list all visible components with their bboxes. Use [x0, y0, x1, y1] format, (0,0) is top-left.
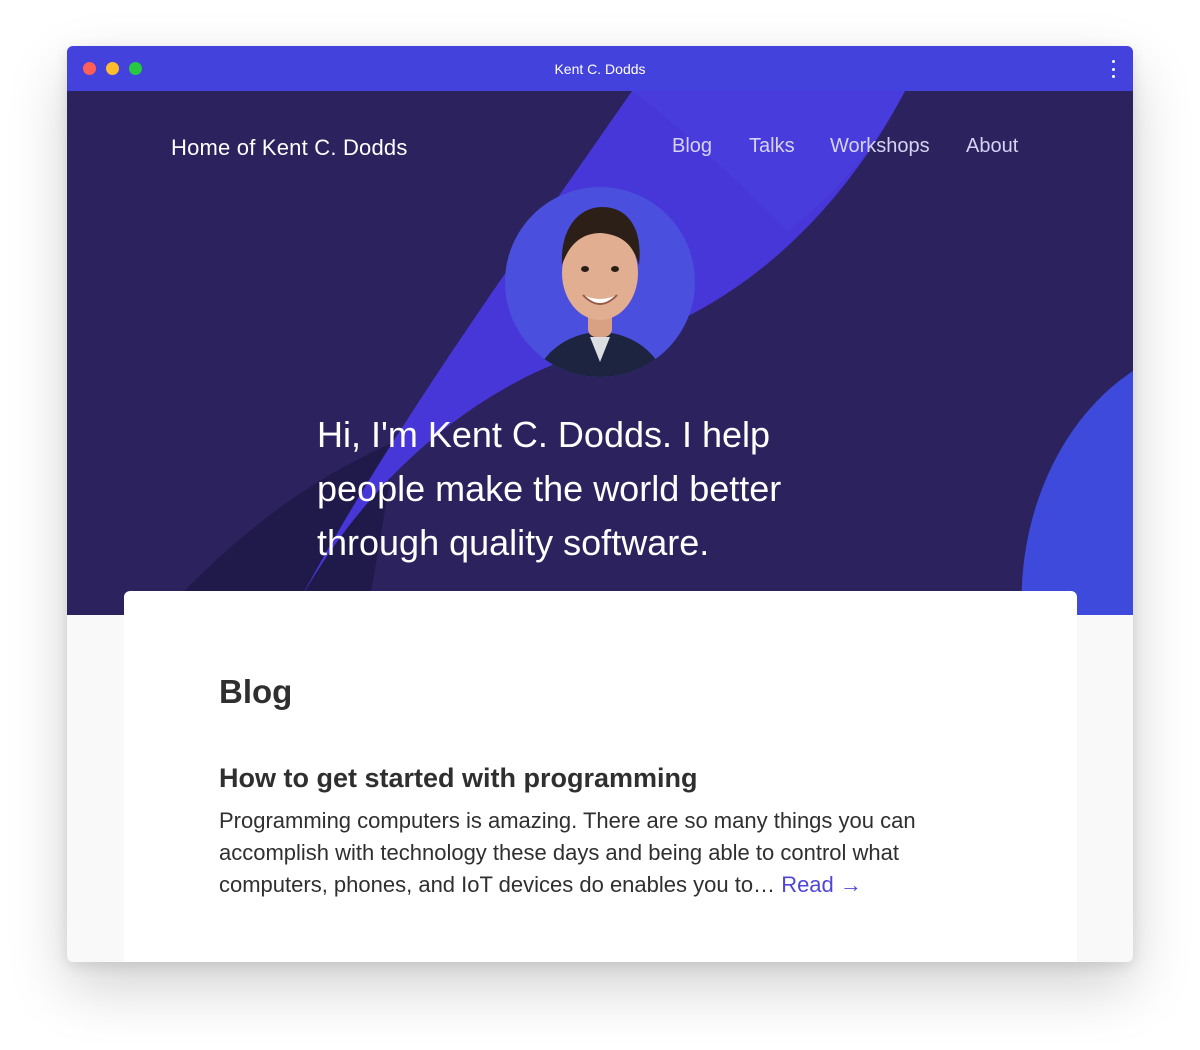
blog-heading: Blog [219, 673, 293, 710]
window-titlebar: Kent C. Dodds [67, 46, 1133, 91]
avatar [505, 187, 695, 377]
window-title: Kent C. Dodds [554, 60, 646, 77]
nav-link-talks[interactable]: Talks [749, 135, 795, 158]
read-more-link[interactable]: Read → [781, 872, 862, 897]
hero-section: Home of Kent C. Dodds Blog Talks Worksho… [67, 91, 1133, 615]
maximize-window-button[interactable] [129, 62, 142, 75]
window-controls [83, 62, 142, 75]
hero-tagline: Hi, I'm Kent C. Dodds. I help people mak… [317, 414, 782, 563]
more-options-icon[interactable] [1109, 60, 1117, 78]
minimize-window-button[interactable] [106, 62, 119, 75]
post-excerpt: Programming computers is amazing. There … [219, 805, 959, 901]
nav-link-about[interactable]: About [966, 135, 1018, 158]
main-nav: Blog Talks Workshops About [67, 135, 1133, 165]
post-title-link[interactable]: How to get started with programming [219, 763, 698, 794]
blog-card: Blog How to get started with programming… [124, 591, 1077, 962]
nav-link-workshops[interactable]: Workshops [830, 135, 930, 158]
person-photo-icon [535, 207, 665, 377]
close-window-button[interactable] [83, 62, 96, 75]
browser-window: Kent C. Dodds Home of Kent C. Dodds Blog… [67, 46, 1133, 962]
nav-link-blog[interactable]: Blog [672, 135, 712, 158]
